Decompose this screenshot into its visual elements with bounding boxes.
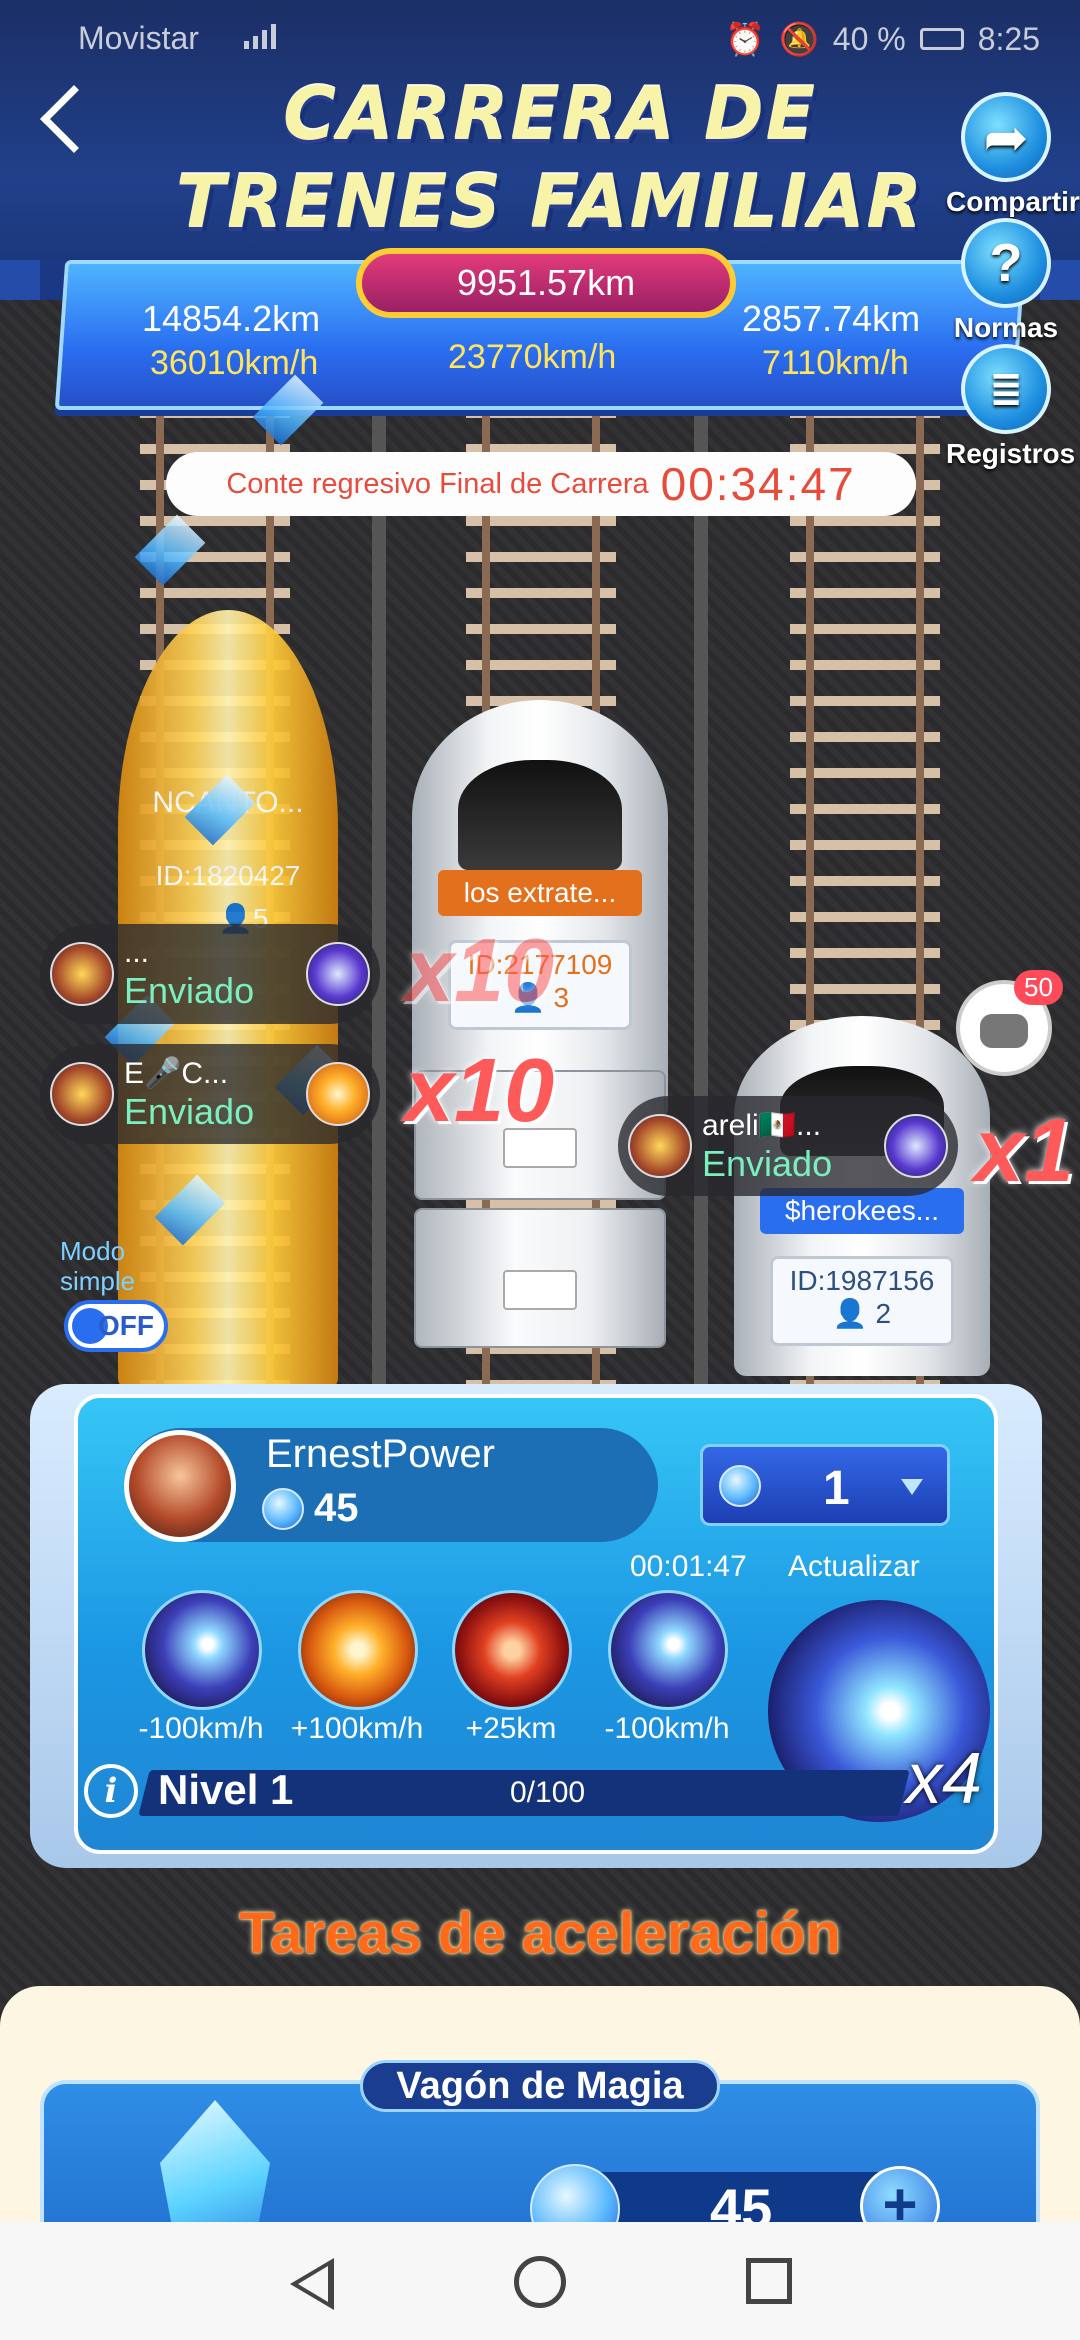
train-members: 👤 2 [832, 1298, 892, 1329]
sent-bubble: areli🇲🇽... Enviado [618, 1096, 958, 1196]
boost-label: -100km/h [604, 1712, 730, 1745]
gift-icon [884, 1114, 948, 1178]
alarm-icon: ⏰ [725, 21, 765, 57]
countdown-bar: Conte regresivo Final de Carrera 00:34:4… [166, 452, 916, 516]
question-icon: ? [961, 218, 1051, 308]
avatar[interactable] [124, 1430, 236, 1542]
boost-label: -100km/h [138, 1712, 264, 1745]
race-screen: Movistar ⏰ 🔕 40 % 8:25 CARRERA DE TRENES… [0, 0, 1080, 2340]
train-car [414, 1208, 666, 1348]
train-name: los extrate... [437, 870, 643, 916]
boost-label: +25km [465, 1712, 557, 1745]
records-button[interactable]: ≣ Registros [946, 344, 1076, 470]
user-name: ErnestPower [266, 1432, 495, 1476]
toggle-state: OFF [98, 1310, 154, 1341]
sent-status: Enviado [124, 970, 255, 1011]
rules-label: Normas [953, 312, 1059, 343]
title-line-2: TRENES FAMILIAR [176, 160, 924, 244]
boost-speed-icon[interactable] [298, 1590, 418, 1710]
page-title: CARRERA DE TRENES FAMILIAR [150, 70, 950, 246]
gift-icon [306, 942, 370, 1006]
sent-bubble: ... Enviado [40, 924, 380, 1024]
avatar [628, 1114, 692, 1178]
refresh-label[interactable]: Actualizar [788, 1550, 920, 1584]
quantity-value: 1 [823, 1462, 850, 1515]
records-list-icon: ≣ [961, 344, 1051, 434]
title-line-1: CARRERA DE [283, 72, 817, 156]
boost-label: +100km/h [290, 1712, 424, 1745]
big-multiplier: x4 [906, 1739, 983, 1819]
modo-simple-toggle[interactable]: OFF [64, 1300, 168, 1352]
boost-slow-icon[interactable] [608, 1590, 728, 1710]
train-id: ID:1820427 [155, 860, 301, 891]
battery-percent: 40 % [832, 20, 906, 57]
avatar [50, 942, 114, 1006]
center-speed: 23770km/h [448, 338, 617, 376]
gem-icon [719, 1465, 761, 1507]
countdown-label: Conte regresivo Final de Carrera [226, 467, 649, 500]
right-speed: 7110km/h [762, 344, 909, 382]
sent-bubble: E🎤C... Enviado [40, 1044, 380, 1144]
members-icon: 👤 [832, 1298, 868, 1329]
level-progress: 0/100 [510, 1776, 586, 1809]
clock: 8:25 [977, 20, 1040, 57]
chat-badge: 50 [1014, 970, 1063, 1005]
modo-simple-label: Modo simple [60, 1236, 136, 1296]
total-distance: 9951.57km [356, 248, 736, 318]
info-icon[interactable]: i [84, 1764, 138, 1818]
status-bar: Movistar ⏰ 🔕 40 % 8:25 [0, 0, 1080, 72]
carrier-label: Movistar [78, 20, 199, 56]
train-right[interactable]: $herokees... ID:1987156 👤 2 [734, 1016, 990, 1376]
train-window [458, 760, 622, 870]
nav-home-icon[interactable] [514, 2256, 566, 2308]
boost-distance-icon[interactable] [452, 1590, 572, 1710]
sent-status: Enviado [702, 1142, 833, 1184]
gem-icon [262, 1487, 304, 1530]
chat-icon [980, 1014, 1028, 1048]
share-button[interactable]: ➦ Compartir [946, 92, 1080, 218]
boost-slow-icon[interactable] [142, 1590, 262, 1710]
chevron-down-icon [901, 1479, 923, 1495]
multiplier-label: x10 [404, 921, 555, 1021]
train-id: ID:1987156 [789, 1265, 935, 1296]
battery-icon [919, 28, 964, 50]
left-distance: 14854.2km [142, 298, 321, 339]
sender-name: ... [124, 936, 150, 969]
records-label: Registros [946, 438, 1076, 469]
signal-icon [230, 20, 276, 57]
nav-recents-icon[interactable] [746, 2258, 792, 2304]
sent-status: Enviado [124, 1090, 255, 1132]
sender-name: E🎤C... [124, 1056, 229, 1090]
multiplier-label: x10 [404, 1041, 555, 1141]
sender-name: areli🇲🇽... [702, 1108, 822, 1142]
gem-count: 45 [314, 1486, 359, 1530]
chat-button[interactable]: 50 [956, 970, 1063, 1076]
avatar [50, 1062, 114, 1126]
multiplier-label: x1 [974, 1101, 1075, 1201]
gift-icon [306, 1062, 370, 1126]
rules-button[interactable]: ? Normas [946, 218, 1066, 344]
right-distance: 2857.74km [742, 298, 921, 339]
share-arrow-icon: ➦ [961, 92, 1051, 182]
user-gems: 45 [262, 1486, 359, 1531]
nav-back-icon[interactable] [290, 2258, 334, 2310]
refresh-timer: 00:01:47 [630, 1550, 747, 1583]
share-label: Compartir [946, 186, 1080, 217]
magic-wagon-title: Vagón de Magia [360, 2060, 720, 2112]
mute-icon: 🔕 [778, 21, 819, 57]
tasks-title: Tareas de aceleración [239, 1901, 841, 1966]
level-label: Nivel 1 [158, 1766, 294, 1813]
train-id-box: ID:1987156 👤 2 [769, 1256, 955, 1346]
quantity-select[interactable]: 1 [700, 1444, 950, 1526]
countdown-time: 00:34:47 [660, 458, 856, 510]
